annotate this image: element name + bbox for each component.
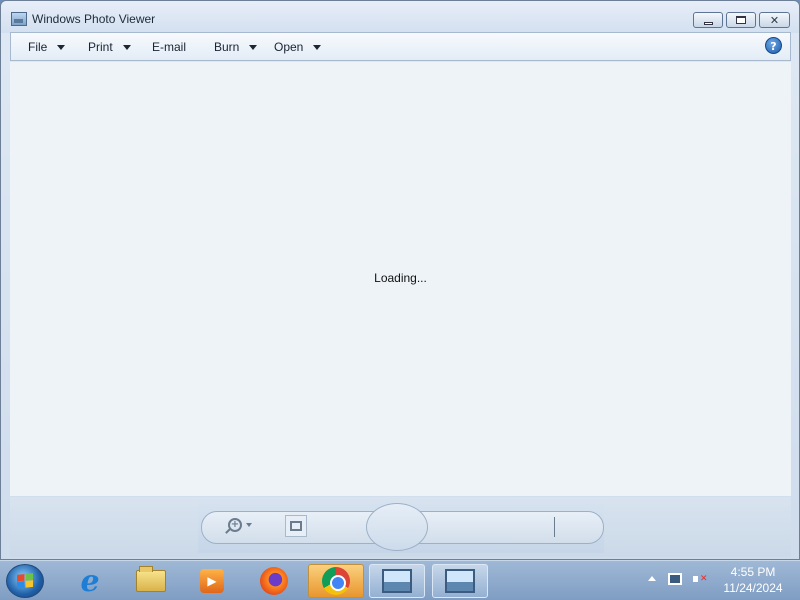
menu-print-label: Print <box>88 40 113 54</box>
taskbar-firefox[interactable] <box>246 564 302 598</box>
clock-time: 4:55 PM <box>730 565 776 579</box>
title-bar[interactable]: Windows Photo Viewer ✕ <box>1 1 799 33</box>
taskbar-photo-viewer-1[interactable] <box>369 564 425 598</box>
internet-explorer-icon: e <box>80 563 100 599</box>
volume-muted-icon[interactable] <box>693 572 709 586</box>
maximize-icon <box>736 16 746 24</box>
taskbar-photo-viewer-2[interactable] <box>432 564 488 598</box>
maximize-button[interactable] <box>726 12 756 28</box>
chevron-down-icon <box>57 44 66 50</box>
chrome-icon <box>322 567 350 595</box>
menu-burn-label: Burn <box>214 40 240 54</box>
clock-date: 11/24/2024 <box>723 581 783 595</box>
actual-size-icon <box>290 521 302 531</box>
photo-viewer-window: Windows Photo Viewer ✕ File Print E-mail… <box>0 0 800 560</box>
slideshow-button[interactable] <box>366 503 428 551</box>
menu-email-label: E-mail <box>152 40 187 54</box>
minimize-icon <box>703 21 713 25</box>
taskbar-chrome[interactable] <box>308 564 364 598</box>
start-button[interactable] <box>6 564 44 598</box>
zoom-button[interactable]: + <box>228 515 258 535</box>
media-player-icon: ▶ <box>200 569 224 593</box>
photo-viewer-icon <box>382 569 412 593</box>
chevron-down-icon <box>246 523 252 527</box>
chevron-down-icon <box>122 44 131 50</box>
menu-open-label: Open <box>274 40 304 54</box>
photo-viewer-icon <box>445 569 475 593</box>
menu-print[interactable]: Print <box>88 40 131 54</box>
menu-file[interactable]: File <box>28 40 66 54</box>
image-viewport: Loading... <box>10 62 791 496</box>
minimize-button[interactable] <box>693 12 723 28</box>
menu-bar: File Print E-mail Burn Open <box>10 32 791 61</box>
close-icon: ✕ <box>769 13 780 27</box>
clock[interactable]: 4:55 PM 11/24/2024 <box>716 564 790 596</box>
network-icon[interactable] <box>668 573 682 585</box>
system-tray: 4:55 PM 11/24/2024 <box>640 560 800 600</box>
folder-icon <box>136 566 166 592</box>
taskbar-media-player[interactable]: ▶ <box>184 564 240 598</box>
window-title: Windows Photo Viewer <box>32 12 156 26</box>
chevron-down-icon <box>313 44 322 50</box>
control-panel: + <box>198 501 604 553</box>
help-icon[interactable]: ? <box>765 37 782 54</box>
menu-file-label: File <box>28 40 48 54</box>
control-divider <box>554 517 555 537</box>
menu-email[interactable]: E-mail <box>152 40 186 54</box>
loading-status: Loading... <box>374 271 427 285</box>
firefox-icon <box>260 567 288 595</box>
zoom-in-icon: + <box>228 518 242 532</box>
chevron-down-icon <box>249 44 258 50</box>
control-bar: + <box>10 497 791 557</box>
photo-viewer-app-icon <box>11 12 27 26</box>
close-button[interactable]: ✕ <box>759 12 790 28</box>
taskbar-file-explorer[interactable] <box>123 564 179 598</box>
taskbar-internet-explorer[interactable]: e <box>62 563 118 599</box>
menu-burn[interactable]: Burn <box>214 40 258 54</box>
actual-size-button[interactable] <box>285 515 307 537</box>
show-hidden-icons-icon[interactable] <box>648 576 656 581</box>
menu-open[interactable]: Open <box>274 40 322 54</box>
